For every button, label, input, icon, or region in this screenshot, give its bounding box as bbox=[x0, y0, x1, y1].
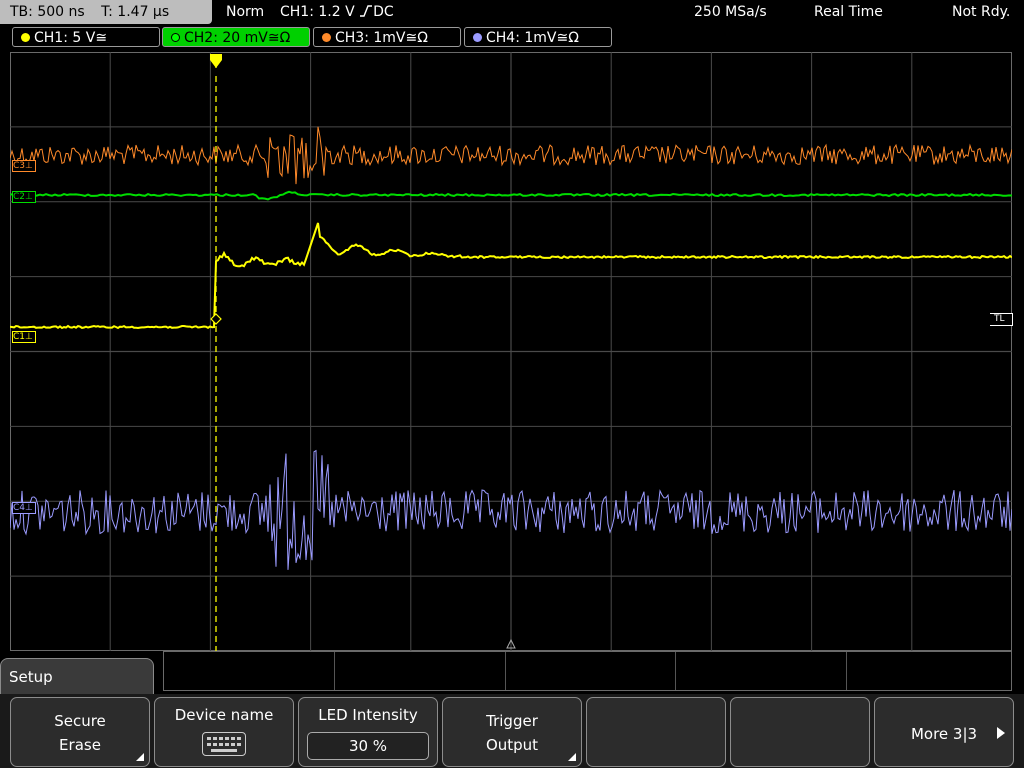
strip-divider bbox=[846, 652, 847, 690]
channel-tab-ch1[interactable]: CH1: 5 V≅ bbox=[12, 27, 160, 47]
strip-divider bbox=[505, 652, 506, 690]
empty-softkey-6[interactable] bbox=[730, 697, 870, 767]
trigger-level-label: TL bbox=[994, 314, 1005, 324]
trigger-coupling: DC bbox=[373, 4, 394, 20]
softkey-label: Output bbox=[485, 736, 539, 754]
timebase-box[interactable]: TB: 500 ns T: 1.47 µs bbox=[0, 0, 212, 24]
ground-icon: ⊥ bbox=[25, 332, 33, 342]
strip-divider bbox=[675, 652, 676, 690]
menu-title: Setup bbox=[9, 668, 53, 686]
trigger-output-button[interactable]: Trigger Output bbox=[442, 697, 582, 767]
channel-tab-ch3[interactable]: CH3: 1mV≅Ω bbox=[313, 27, 461, 47]
channel-tab-ch4[interactable]: CH4: 1mV≅Ω bbox=[464, 27, 612, 47]
ground-icon: ⊥ bbox=[25, 161, 33, 171]
ch1-color-dot bbox=[21, 33, 30, 42]
device-name-button[interactable]: Device name bbox=[154, 697, 294, 767]
softkey-label: Secure bbox=[54, 712, 106, 730]
ch3-coupling: ≅Ω bbox=[405, 30, 428, 46]
rising-edge-icon bbox=[360, 5, 373, 17]
ch2-color-dot bbox=[171, 33, 180, 42]
acquisition-mode: Real Time bbox=[814, 4, 883, 20]
menu-title-tab: Setup bbox=[0, 658, 154, 698]
channel-tab-ch2[interactable]: CH2: 20 mV≅Ω bbox=[162, 27, 310, 47]
ch4-offset-marker[interactable]: C4⊥ bbox=[12, 502, 36, 514]
ch2-label: CH2: 20 mV bbox=[184, 30, 268, 46]
ch1-marker-label: C1 bbox=[13, 332, 26, 342]
more-button[interactable]: More 3|3 bbox=[874, 697, 1014, 767]
ch4-marker-label: C4 bbox=[13, 503, 26, 513]
ch1-label: CH1: 5 V bbox=[34, 30, 96, 46]
ch4-label: CH4: 1mV bbox=[486, 30, 557, 46]
ground-icon: ⊥ bbox=[25, 192, 33, 202]
keyboard-icon bbox=[202, 732, 246, 756]
menu-info-strip bbox=[163, 651, 1012, 691]
softkey-label: More 3|3 bbox=[910, 725, 978, 743]
timebase-readout: TB: 500 ns bbox=[10, 4, 85, 20]
ch3-label: CH3: 1mV bbox=[335, 30, 406, 46]
trigger-source-label: CH1: 1.2 V bbox=[280, 4, 355, 20]
status-bar: TB: 500 ns T: 1.47 µs Norm CH1: 1.2 V DC… bbox=[0, 0, 1024, 24]
trigger-source[interactable]: CH1: 1.2 V DC bbox=[280, 0, 394, 24]
ch3-marker-label: C3 bbox=[13, 161, 26, 171]
ch4-coupling: ≅Ω bbox=[556, 30, 579, 46]
ch2-coupling: ≅Ω bbox=[267, 30, 291, 46]
softkey-label: Erase bbox=[59, 736, 101, 754]
led-intensity-value: 30 % bbox=[307, 732, 429, 760]
sample-rate: 250 MSa/s bbox=[694, 4, 767, 20]
softkey-bar: Secure Erase Device name LED Intensity 3… bbox=[0, 694, 1024, 768]
softkey-label: LED Intensity bbox=[318, 706, 418, 724]
softkey-label: Trigger bbox=[486, 712, 538, 730]
right-arrow-icon bbox=[997, 727, 1005, 739]
led-intensity-button[interactable]: LED Intensity 30 % bbox=[298, 697, 438, 767]
softkey-label: Device name bbox=[174, 706, 274, 724]
trigger-time-readout: T: 1.47 µs bbox=[101, 4, 170, 20]
ch1-offset-marker[interactable]: C1⊥ bbox=[12, 331, 36, 343]
ch3-color-dot bbox=[322, 33, 331, 42]
ch1-coupling: ≅ bbox=[95, 30, 108, 46]
ch2-offset-marker[interactable]: C2⊥ bbox=[12, 191, 36, 203]
trigger-level-marker[interactable]: TL bbox=[990, 313, 1013, 326]
ground-icon: ⊥ bbox=[25, 503, 33, 513]
ch4-color-dot bbox=[473, 33, 482, 42]
submenu-indicator-icon bbox=[136, 753, 144, 761]
submenu-indicator-icon bbox=[568, 753, 576, 761]
empty-softkey-5[interactable] bbox=[586, 697, 726, 767]
trigger-mode[interactable]: Norm bbox=[226, 0, 264, 24]
strip-divider bbox=[334, 652, 335, 690]
acquisition-state: Not Rdy. bbox=[952, 4, 1011, 20]
ch3-offset-marker[interactable]: C3⊥ bbox=[12, 160, 36, 172]
waveform-display[interactable] bbox=[10, 52, 1012, 651]
secure-erase-button[interactable]: Secure Erase bbox=[10, 697, 150, 767]
ch2-marker-label: C2 bbox=[13, 192, 26, 202]
